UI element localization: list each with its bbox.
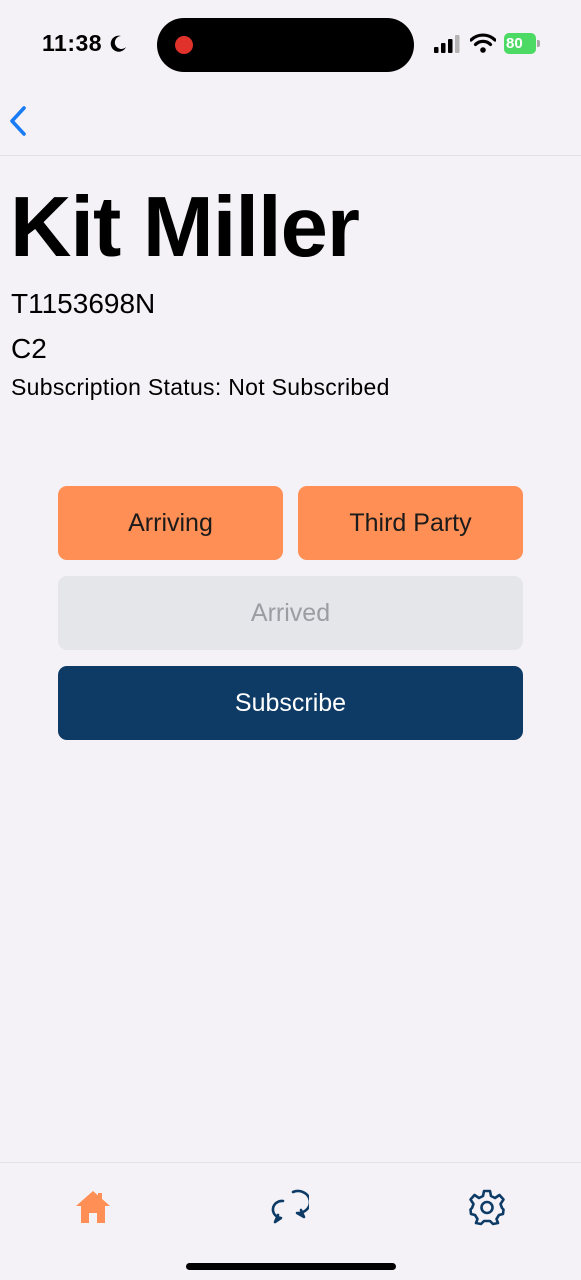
third-party-button[interactable]: Third Party	[298, 486, 523, 560]
subscription-status: Subscription Status: Not Subscribed	[11, 374, 390, 400]
person-id: T1153698N	[11, 288, 156, 319]
tab-settings[interactable]	[465, 1185, 509, 1229]
nav-bar	[0, 90, 581, 156]
signal-icon	[434, 35, 460, 53]
gear-icon	[469, 1189, 505, 1226]
wifi-icon	[470, 33, 496, 53]
home-indicator	[186, 1263, 396, 1270]
tab-home[interactable]	[71, 1185, 115, 1229]
dynamic-island	[157, 18, 414, 72]
person-name: Kit Miller	[10, 180, 360, 275]
home-icon	[76, 1191, 110, 1223]
arrived-button[interactable]: Arrived	[58, 576, 523, 650]
battery-tip	[537, 40, 540, 47]
status-bar: 11:38 80	[0, 0, 581, 90]
status-time: 11:38	[42, 30, 103, 56]
tab-chat[interactable]	[268, 1185, 312, 1229]
subscribe-button[interactable]: Subscribe	[58, 666, 523, 740]
battery-icon: 80	[504, 33, 540, 54]
recording-dot-icon	[175, 36, 193, 54]
chevron-left-icon[interactable]	[6, 104, 30, 138]
person-class: C2	[11, 333, 47, 364]
tab-bar	[0, 1162, 581, 1280]
moon-icon	[110, 35, 126, 52]
arriving-button[interactable]: Arriving	[58, 486, 283, 560]
app-screen: 11:38 80 Kit Miller T1153698N C2 Subscri…	[0, 0, 581, 1280]
battery-level: 80	[504, 33, 536, 54]
chat-bubbles-icon	[271, 1189, 309, 1224]
